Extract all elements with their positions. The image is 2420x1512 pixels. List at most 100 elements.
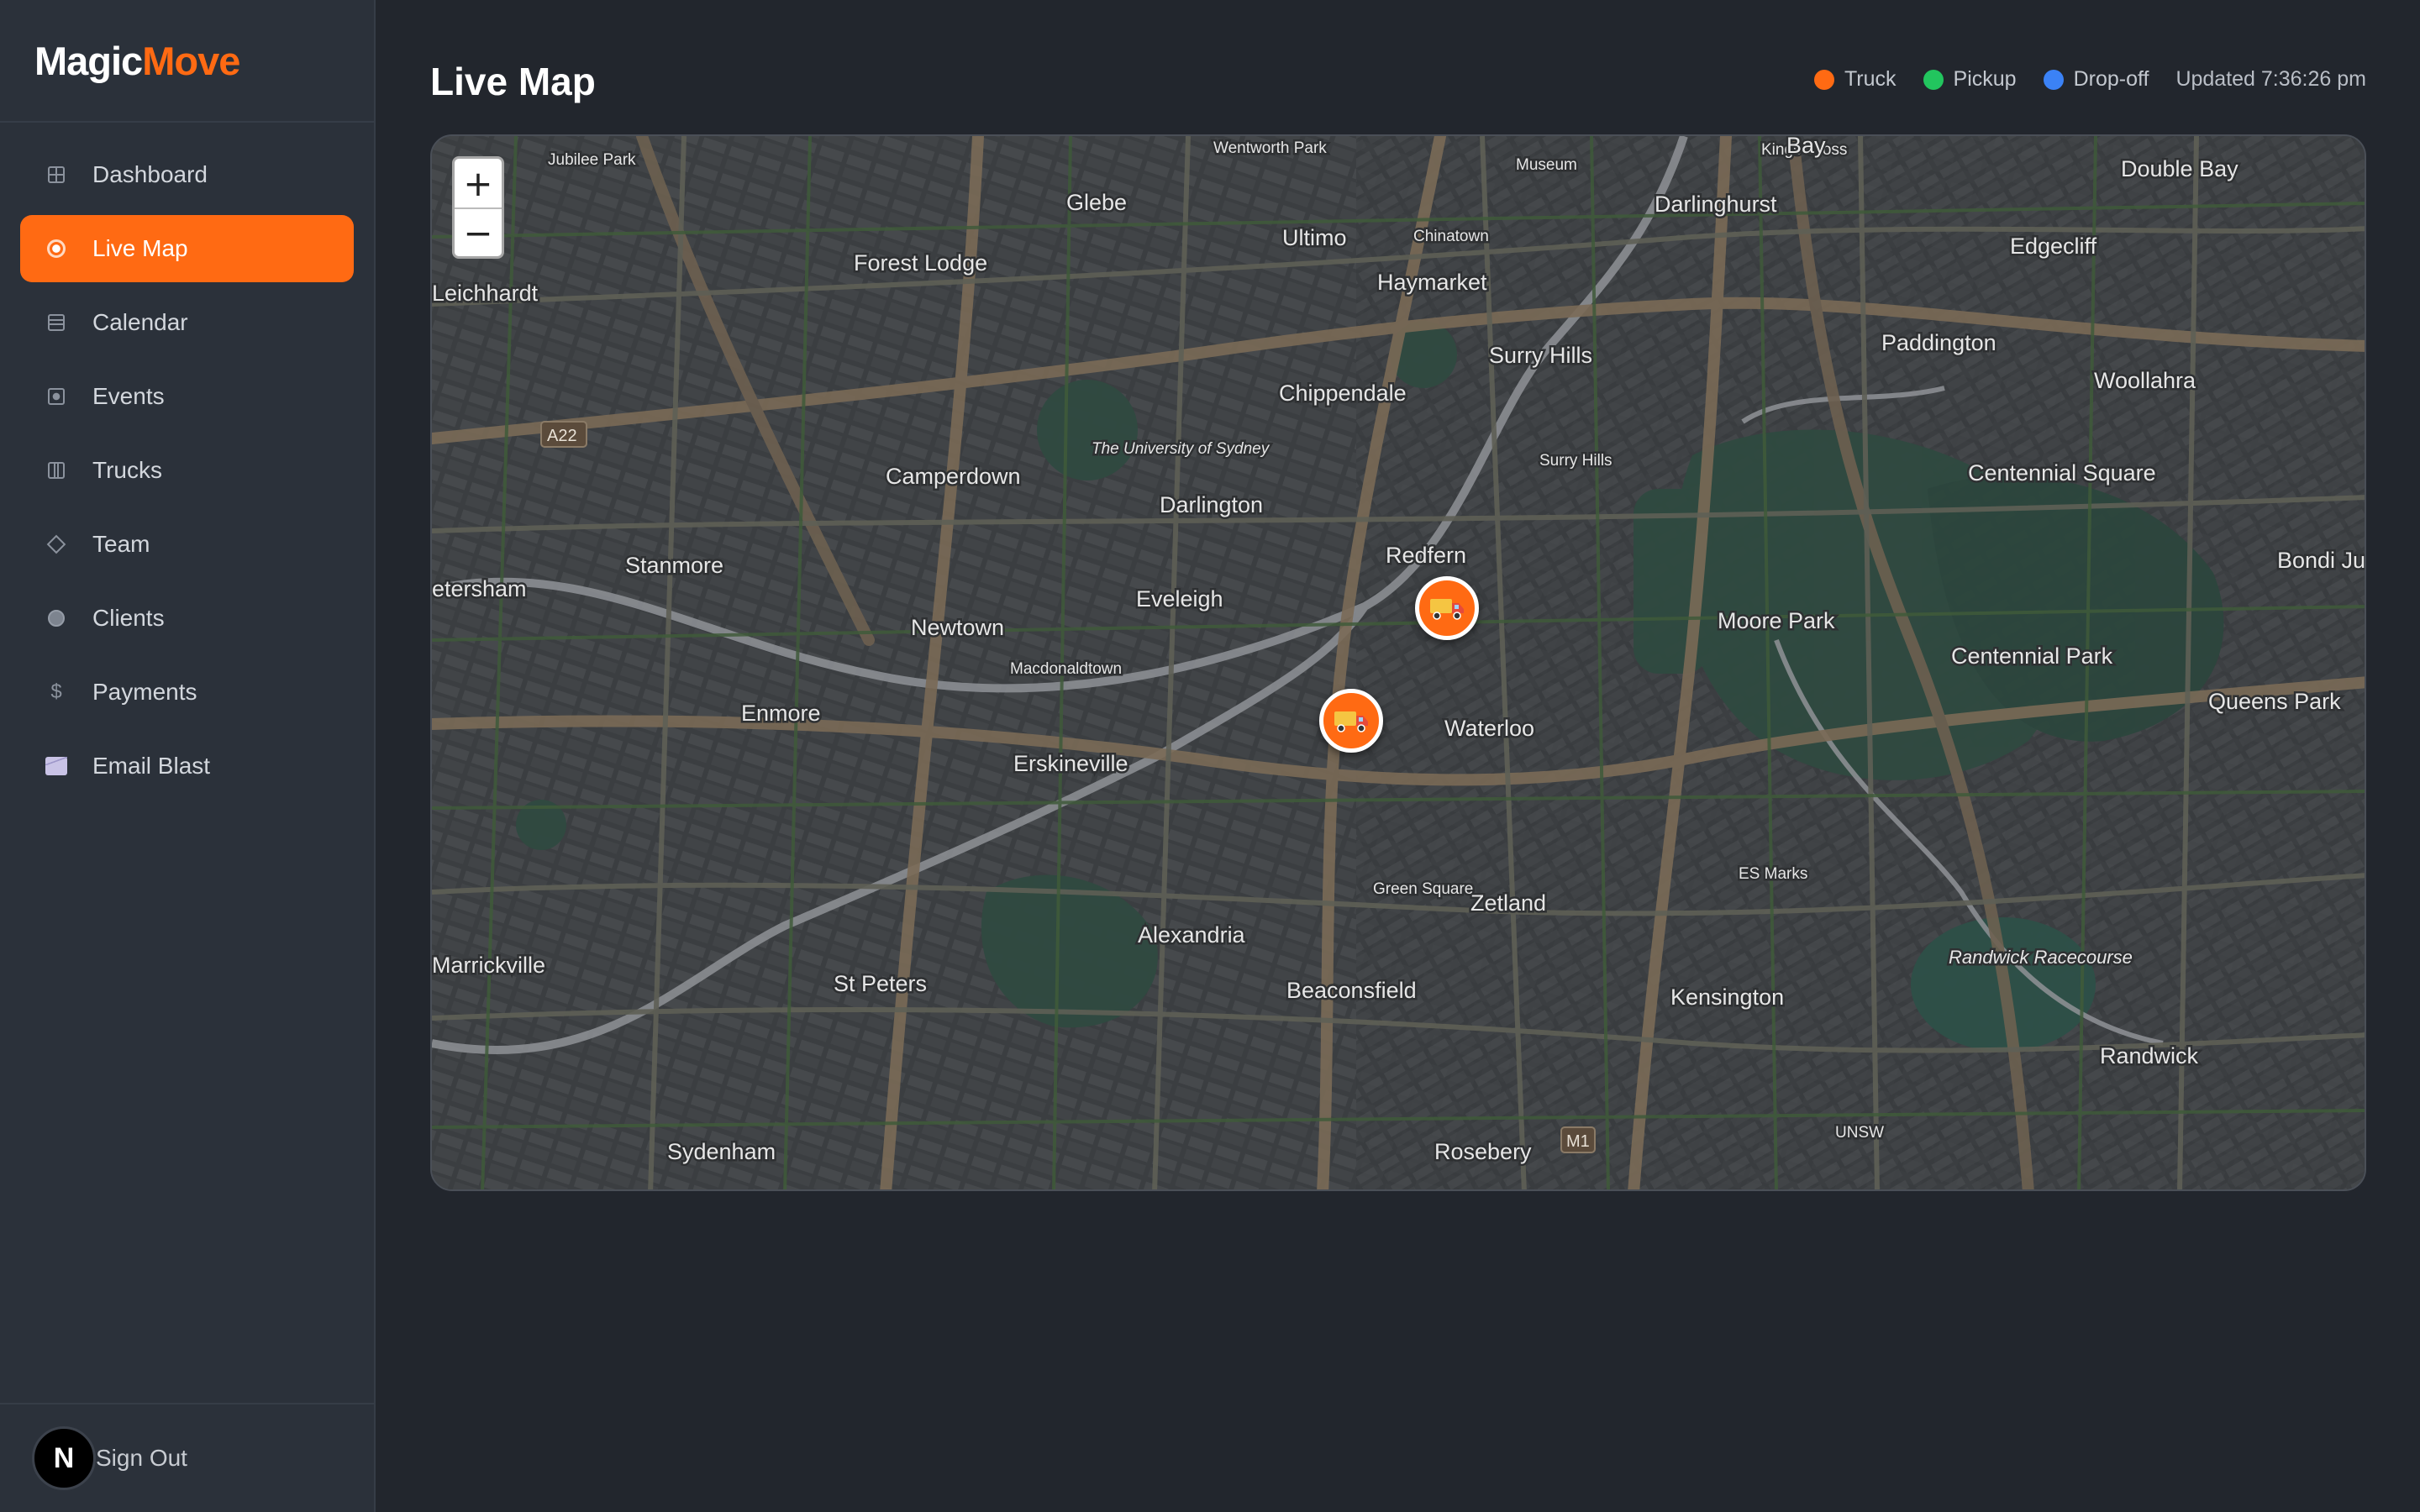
sidebar-item-live-map[interactable]: Live Map <box>20 215 354 282</box>
legend-item-truck: Truck <box>1813 67 1897 92</box>
map-label: Centennial Square <box>1968 460 2156 486</box>
map-tiles[interactable]: Glebe Ultimo Forest Lodge Haymarket Chin… <box>432 136 2366 1191</box>
map-label: Kensington <box>1670 984 1784 1010</box>
sign-out-button[interactable]: N Sign Out <box>0 1403 374 1512</box>
sidebar-item-clients[interactable]: Clients <box>20 585 354 652</box>
map-label: Redfern <box>1386 543 1466 568</box>
map-label: Glebe <box>1066 190 1127 215</box>
road-shield-a22: A22 <box>540 421 587 448</box>
map-label: Erskineville <box>1013 751 1128 776</box>
map-label: Darlinghurst <box>1655 192 1777 217</box>
dropoff-dot-icon <box>2043 69 2064 90</box>
trucks-icon <box>45 459 67 481</box>
sidebar-item-dashboard[interactable]: Dashboard <box>20 141 354 208</box>
map-label: Wentworth Park <box>1213 139 1327 157</box>
clients-icon <box>45 607 67 629</box>
svg-text:M1: M1 <box>1566 1132 1590 1151</box>
map-label: Leichhardt <box>432 281 539 306</box>
map-label: Camperdown <box>886 464 1021 489</box>
map-label: Woollahra <box>2094 368 2196 393</box>
legend-label: Truck <box>1844 67 1897 91</box>
sidebar-item-label: Team <box>92 531 150 557</box>
map-label: Newtown <box>911 615 1004 640</box>
calendar-icon <box>45 312 67 333</box>
sidebar-item-label: Calendar <box>92 309 188 335</box>
map-label: Paddington <box>1881 330 1996 355</box>
sidebar-item-payments[interactable]: $ Payments <box>20 659 354 726</box>
map-label: Green Square <box>1373 880 1473 898</box>
map-label: Surry Hills <box>1489 343 1592 368</box>
brand-logo-part1: Magic <box>34 38 143 83</box>
sign-out-label: Sign Out <box>96 1445 187 1471</box>
location-icon <box>45 238 67 260</box>
pickup-dot-icon <box>1923 69 1944 90</box>
map-label: Queens Park <box>2208 689 2341 714</box>
truck-icon <box>1430 599 1464 620</box>
map-label: Haymarket <box>1377 270 1487 295</box>
legend-item-dropoff: Drop-off <box>2043 67 2149 92</box>
updated-timestamp: Updated 7:36:26 pm <box>2175 67 2366 91</box>
map-label: Ultimo <box>1282 225 1347 250</box>
map-label: Chippendale <box>1279 381 1407 406</box>
map-label: Alexandria <box>1138 922 1246 948</box>
map-label: Enmore <box>741 701 821 726</box>
envelope-icon <box>45 755 67 777</box>
grid-icon <box>45 164 67 186</box>
legend-item-pickup: Pickup <box>1923 67 2017 92</box>
truck-marker[interactable] <box>1415 576 1479 640</box>
sidebar-item-label: Trucks <box>92 457 162 483</box>
map-label: Moore Park <box>1718 608 1835 633</box>
map-label: Rosebery <box>1434 1139 1532 1164</box>
truck-marker[interactable] <box>1319 689 1383 753</box>
sidebar-item-label: Events <box>92 383 165 409</box>
legend-label: Pickup <box>1953 67 2017 91</box>
map-label: Centennial Park <box>1951 643 2113 669</box>
sidebar-item-events[interactable]: Events <box>20 363 354 430</box>
road-shield-m1: M1 <box>1560 1126 1596 1153</box>
map-label: Bay <box>1786 136 1826 158</box>
map-label: Jubilee Park <box>548 151 636 169</box>
team-icon <box>45 533 67 555</box>
map-legend: Truck Pickup Drop-off Updated 7:36:26 pm <box>1813 67 2366 92</box>
map-label: Waterloo <box>1444 716 1534 741</box>
map-label: Stanmore <box>625 553 723 578</box>
sidebar-item-trucks[interactable]: Trucks <box>20 437 354 504</box>
map-label: Forest Lodge <box>854 250 987 276</box>
map-label: Marrickville <box>432 953 545 978</box>
map-label: Randwick Racecourse <box>1949 947 2133 968</box>
map-label: Eveleigh <box>1136 586 1223 612</box>
sidebar-item-label: Live Map <box>92 235 188 261</box>
sidebar-item-label: Email Blast <box>92 753 211 779</box>
page-title: Live Map <box>430 60 596 103</box>
map-label: Macdonaldtown <box>1010 660 1122 678</box>
svg-text:A22: A22 <box>547 427 577 445</box>
brand-logo-part2: Move <box>142 38 240 83</box>
sidebar-item-label: Clients <box>92 605 165 631</box>
map-label: Edgecliff <box>2010 234 2097 259</box>
zoom-in-button[interactable]: + <box>455 159 502 207</box>
map-label: ES Marks <box>1739 865 1807 883</box>
truck-dot-icon <box>1813 69 1834 90</box>
map-label: Beaconsfield <box>1286 978 1417 1003</box>
sidebar-item-team[interactable]: Team <box>20 511 354 578</box>
sidebar-nav: Dashboard Live Map Calendar Events Truck… <box>0 123 374 800</box>
map-label: Chinatown <box>1413 228 1489 245</box>
sidebar-item-calendar[interactable]: Calendar <box>20 289 354 356</box>
events-icon <box>45 386 67 407</box>
truck-icon <box>1334 711 1368 732</box>
brand-logo[interactable]: Magic Move <box>0 0 374 123</box>
map-label: St Peters <box>834 971 927 996</box>
map-label: Sydenham <box>667 1139 776 1164</box>
zoom-control: + − <box>452 156 504 259</box>
map-label: Museum <box>1516 156 1577 174</box>
live-map[interactable]: Glebe Ultimo Forest Lodge Haymarket Chin… <box>430 134 2366 1191</box>
map-label: Randwick <box>2100 1043 2199 1068</box>
legend-label: Drop-off <box>2073 67 2149 91</box>
zoom-out-button[interactable]: − <box>455 207 502 256</box>
dollar-icon: $ <box>50 680 62 703</box>
map-label: Zetland <box>1470 890 1546 916</box>
sidebar-item-label: Dashboard <box>92 161 208 187</box>
sidebar-item-email-blast[interactable]: Email Blast <box>20 732 354 800</box>
avatar[interactable]: N <box>32 1426 96 1490</box>
map-label: The University of Sydney <box>1092 440 1270 458</box>
